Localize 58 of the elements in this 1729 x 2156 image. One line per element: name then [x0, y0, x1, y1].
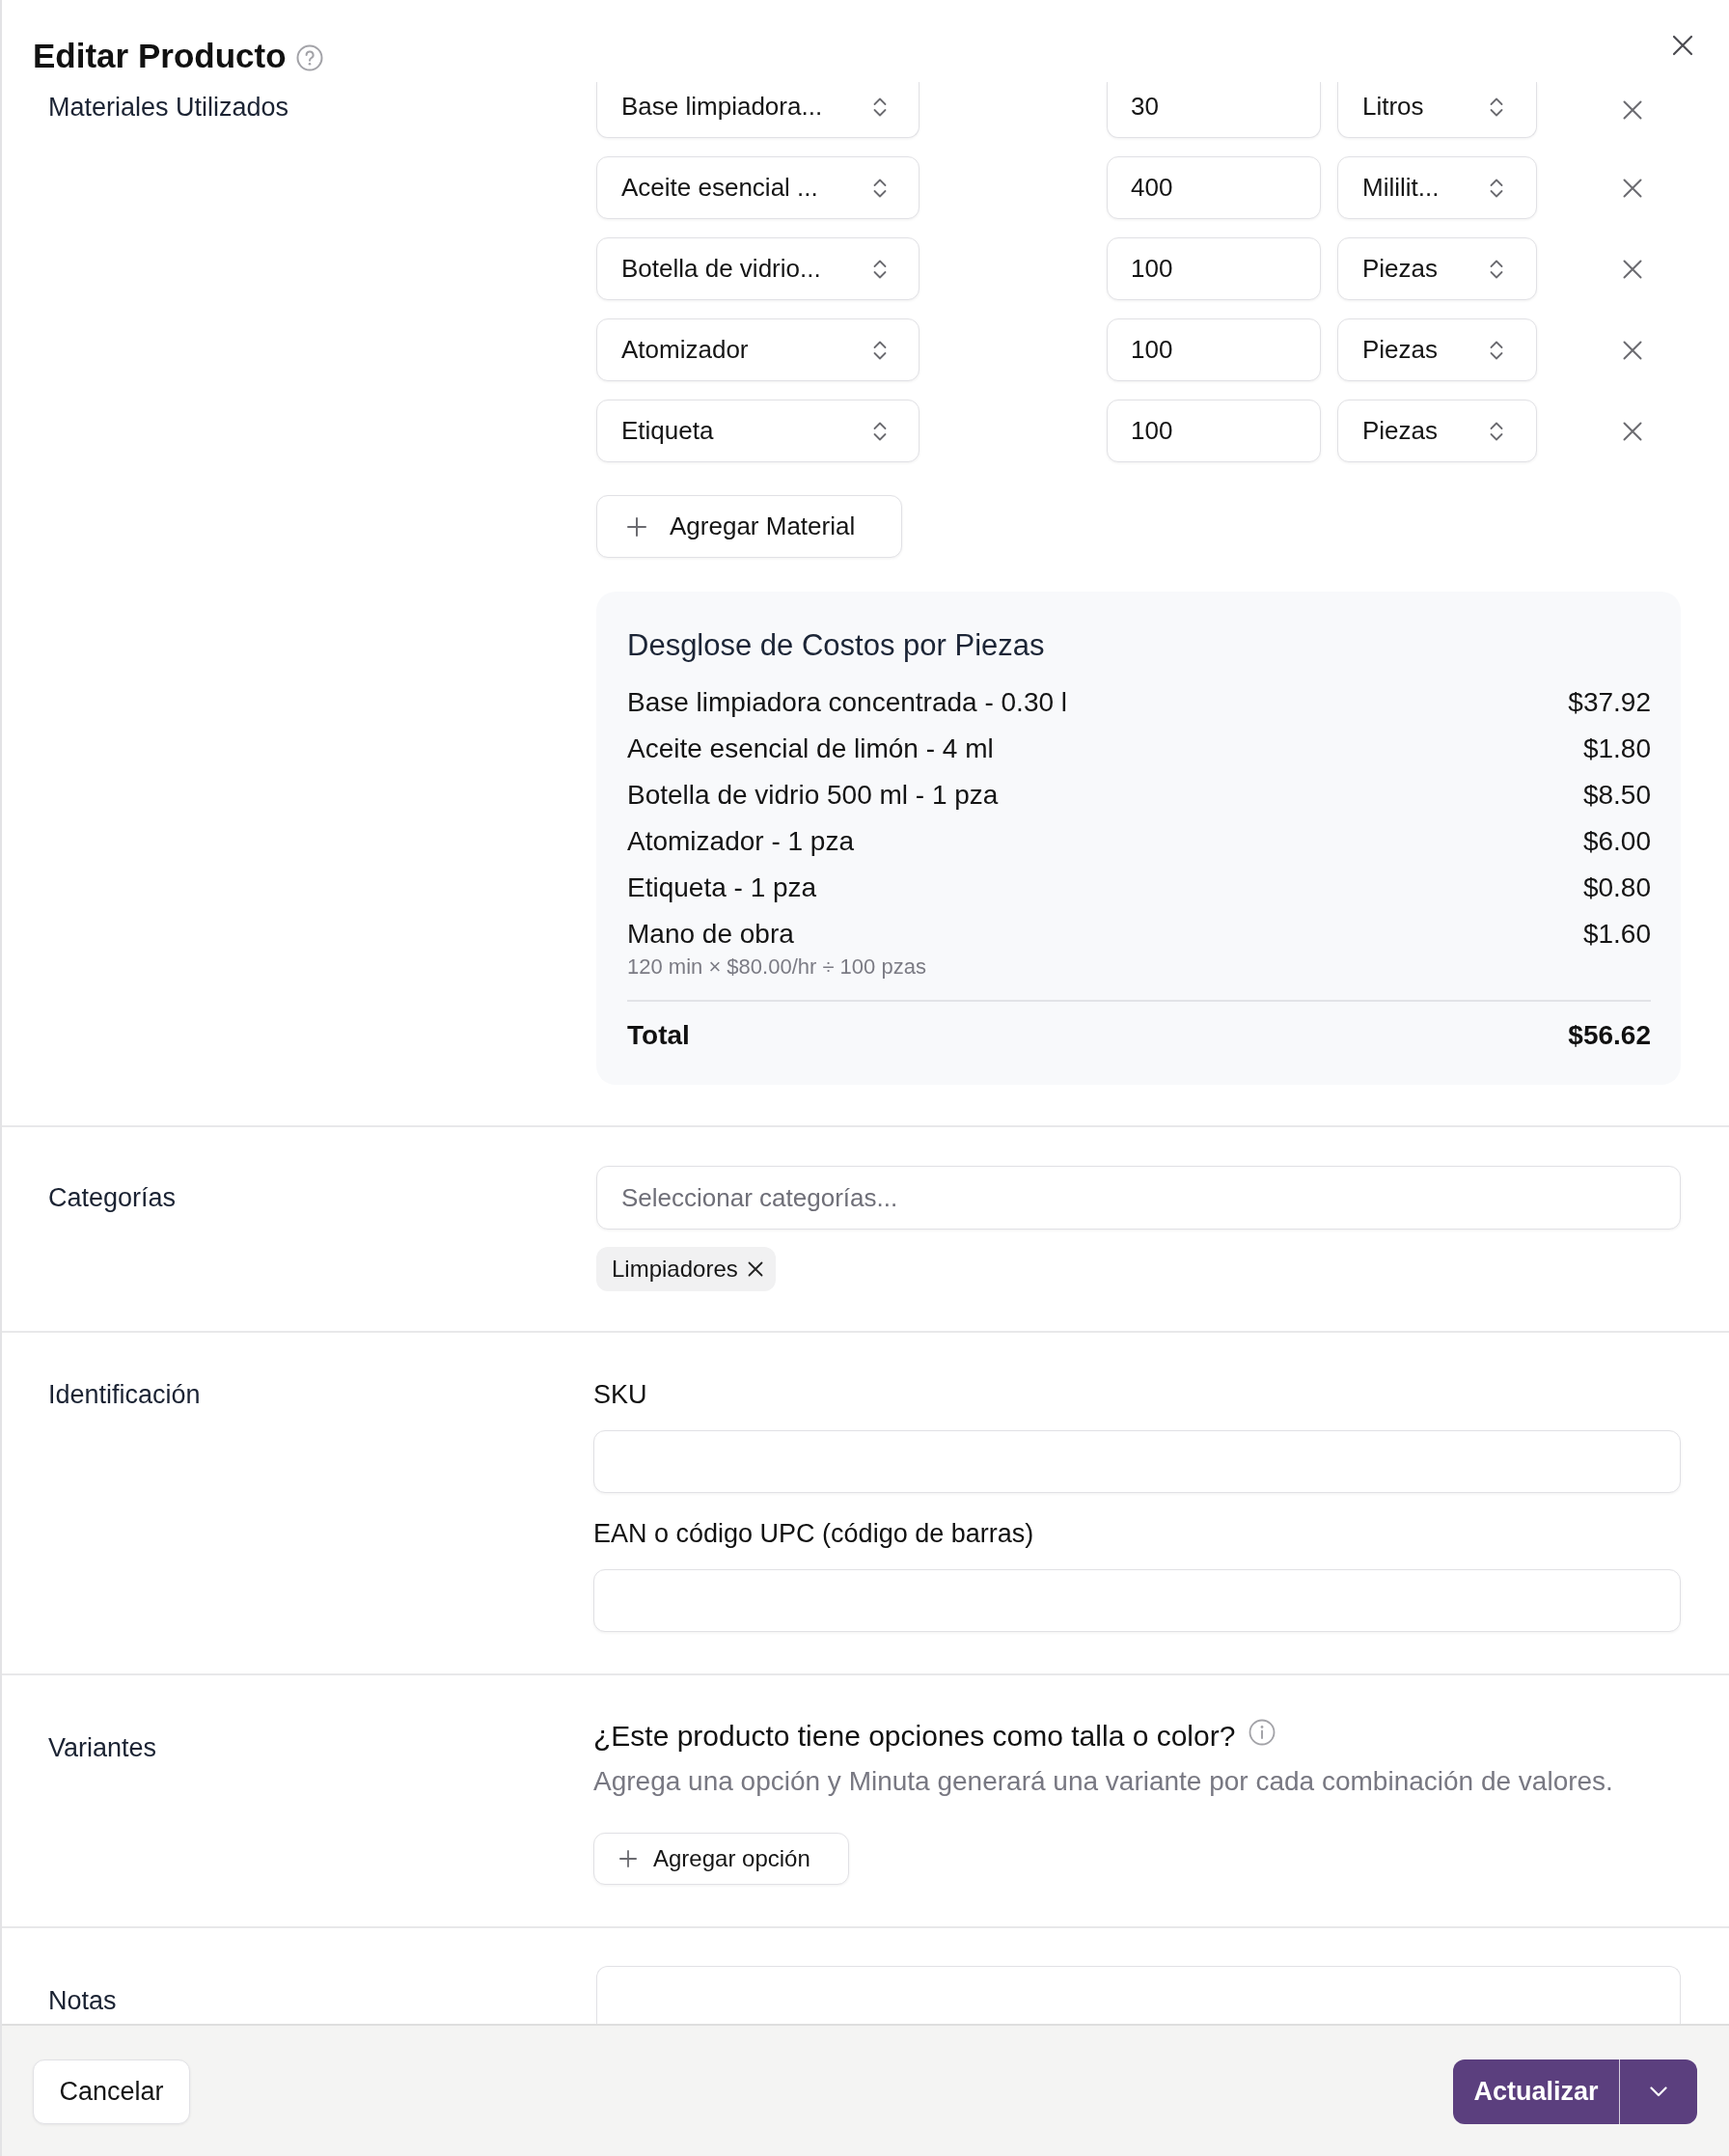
add-material-button[interactable]: Agregar Material — [596, 495, 902, 558]
section-label: Identificación — [48, 1379, 201, 1410]
material-select[interactable]: Etiqueta — [596, 400, 919, 462]
text-input[interactable] — [593, 1430, 1681, 1493]
cost-item-label: Aceite esencial de limón - 4 ml — [627, 732, 994, 765]
cost-item-label: Atomizador - 1 pza — [627, 825, 854, 858]
close-icon[interactable] — [1672, 35, 1693, 56]
add-option-button[interactable]: Agregar opción — [593, 1833, 849, 1885]
variants-description: Agrega una opción y Minuta generará una variante por cada combinación de valores. — [593, 1765, 1613, 1798]
total-label: Total — [627, 1019, 690, 1052]
material-select[interactable]: Atomizador — [596, 318, 919, 381]
section-label: Variantes — [48, 1732, 157, 1763]
quantity-input[interactable]: 100 — [1107, 237, 1321, 300]
cost-amount: $8.50 — [1582, 779, 1651, 812]
info-icon — [1249, 1719, 1276, 1746]
cost-item-label: Mano de obra — [627, 918, 795, 951]
cost-item-label: Etiqueta - 1 pza — [627, 871, 817, 904]
cost-amount: $1.80 — [1582, 732, 1651, 765]
section-label: Categorías — [48, 1182, 177, 1214]
field-label: EAN o código UPC (código de barras) — [593, 1518, 1034, 1549]
unit-select[interactable]: Piezas — [1337, 237, 1537, 300]
cost-amount: $6.00 — [1582, 825, 1651, 858]
unit-select[interactable]: Litros — [1337, 82, 1537, 138]
cost-amount: $0.80 — [1582, 871, 1651, 904]
cost-amount: $37.92 — [1568, 686, 1651, 719]
update-button[interactable]: Actualizar — [1453, 2059, 1619, 2124]
tag-label: Limpiadores — [612, 1256, 738, 1283]
unit-select[interactable]: Piezas — [1337, 318, 1537, 381]
quantity-input[interactable]: 100 — [1107, 318, 1321, 381]
help-icon — [295, 43, 323, 71]
dialog-title: Editar Producto — [33, 36, 287, 76]
text-input[interactable] — [593, 1569, 1681, 1632]
cost-amount: $1.60 — [1582, 918, 1651, 951]
section-label: Notas — [48, 1985, 117, 2016]
cost-item-label: Botella de vidrio 500 ml - 1 pza — [627, 779, 999, 812]
field-label: SKU — [593, 1379, 647, 1410]
quantity-input[interactable]: 400 — [1107, 156, 1321, 219]
notes-field[interactable] — [596, 1966, 1681, 2024]
quantity-input[interactable]: 30 — [1107, 82, 1321, 138]
close-icon[interactable] — [747, 1261, 763, 1277]
cost-item-note: 120 min × $80.00/hr ÷ 100 pzas — [627, 954, 926, 981]
material-select[interactable]: Base limpiadora... — [596, 82, 919, 138]
plus-icon — [619, 1850, 637, 1867]
material-select[interactable]: Aceite esencial ... — [596, 156, 919, 219]
material-select[interactable]: Botella de vidrio... — [596, 237, 919, 300]
category-select-field[interactable]: Seleccionar categorías... — [596, 1166, 1681, 1230]
card-title: Desglose de Costos por Piezas — [627, 627, 1046, 664]
plus-icon — [627, 516, 646, 537]
section-label: Materiales Utilizados — [48, 92, 289, 123]
chevron-down-icon — [1650, 2087, 1667, 2097]
more-options-button[interactable] — [1619, 2059, 1697, 2124]
total-amount: $56.62 — [1568, 1019, 1651, 1052]
cancel-button[interactable]: Cancelar — [33, 2059, 190, 2124]
unit-select[interactable]: Mililit... — [1337, 156, 1537, 219]
unit-select[interactable]: Piezas — [1337, 400, 1537, 462]
quantity-input[interactable]: 100 — [1107, 400, 1321, 462]
cost-item-label: Base limpiadora concentrada - 0.30 l — [627, 686, 1068, 719]
variants-question: ¿Este producto tiene opciones como talla o color? — [593, 1719, 1236, 1754]
